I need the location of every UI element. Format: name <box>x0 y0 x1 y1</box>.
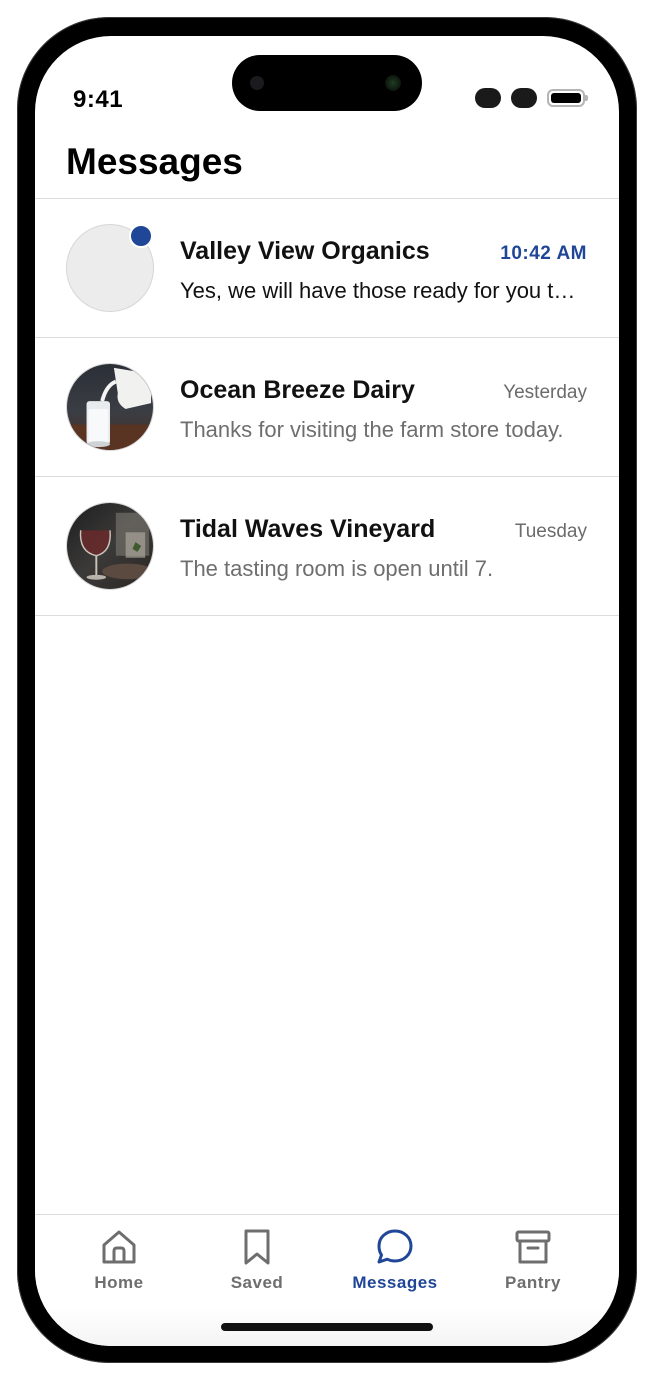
page-title: Messages <box>66 141 243 182</box>
conversation-name: Tidal Waves Vineyard <box>180 515 436 543</box>
tab-label: Pantry <box>505 1273 561 1292</box>
home-indicator[interactable] <box>221 1323 433 1331</box>
conversation-time: Tuesday <box>514 521 587 542</box>
avatar-wine-photo <box>66 502 154 590</box>
chat-bubble-icon <box>377 1229 413 1264</box>
conversation-row-valley-view-organics[interactable]: Valley View Organics 10:42 AM Yes, we wi… <box>35 199 619 338</box>
conversation-row-tidal-waves-vineyard[interactable]: Tidal Waves Vineyard Tuesday The tasting… <box>35 477 619 616</box>
conversation-time: Yesterday <box>503 382 587 403</box>
tab-home[interactable]: Home <box>59 1227 179 1297</box>
dynamic-island <box>232 55 422 111</box>
wine-glass-photo <box>67 503 153 589</box>
status-icons <box>475 88 588 108</box>
conversation-preview: Yes, we will have those ready for you to… <box>180 278 587 303</box>
milk-pour-photo <box>67 364 153 450</box>
signal-icon <box>475 88 501 108</box>
tab-label: Messages <box>352 1273 438 1292</box>
screen: 9:41 Messages Valley View Organics 10:42… <box>35 36 619 1346</box>
wifi-icon <box>511 88 537 108</box>
phone-frame: 9:41 Messages Valley View Organics 10:42… <box>17 17 637 1363</box>
bookmark-icon <box>244 1229 270 1265</box>
tab-label: Home <box>94 1273 144 1292</box>
conversation-preview: The tasting room is open until 7. <box>180 556 494 581</box>
avatar-milk-photo <box>66 363 154 451</box>
tab-messages[interactable]: Messages <box>335 1227 455 1297</box>
tab-saved[interactable]: Saved <box>197 1227 317 1297</box>
conversation-row-ocean-breeze-dairy[interactable]: Ocean Breeze Dairy Yesterday Thanks for … <box>35 338 619 477</box>
battery-icon <box>547 89 588 107</box>
conversation-preview: Thanks for visiting the farm store today… <box>180 417 564 442</box>
conversation-time: 10:42 AM <box>500 243 587 264</box>
tab-pantry[interactable]: Pantry <box>473 1227 593 1297</box>
camera-dot <box>385 75 401 91</box>
home-icon <box>102 1230 136 1264</box>
status-time: 9:41 <box>73 86 124 113</box>
unread-indicator <box>129 224 153 248</box>
conversation-name: Valley View Organics <box>180 237 430 265</box>
archive-box-icon <box>515 1230 551 1264</box>
conversation-list: Valley View Organics 10:42 AM Yes, we wi… <box>35 199 619 616</box>
tab-label: Saved <box>230 1273 284 1292</box>
conversation-name: Ocean Breeze Dairy <box>180 376 415 404</box>
sensor-dot <box>250 76 264 90</box>
